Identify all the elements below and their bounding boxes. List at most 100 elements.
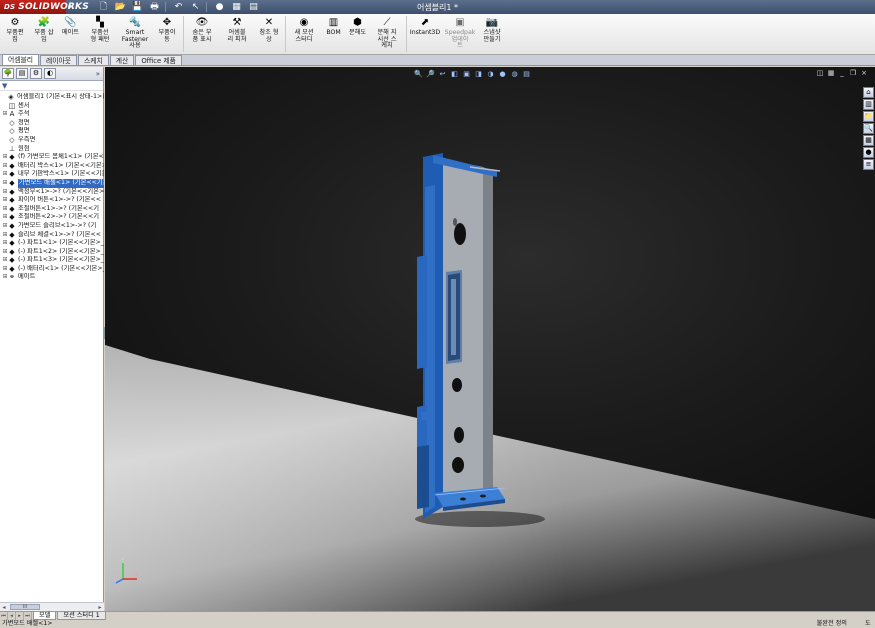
explode-line-button[interactable]: ⟋ 분해 지 시선 스 케치 <box>370 14 404 50</box>
smart-fastener-button[interactable]: 🔩 Smart Fastener 사용 <box>118 14 152 50</box>
tree-item[interactable]: ⊞ ◆ (-) 파트1<1> (기본<<기본>_ <box>0 239 104 248</box>
viewport-split-icon[interactable]: ◫ <box>815 69 825 78</box>
scroll-thumb[interactable]: III <box>10 604 40 610</box>
solidworks-logo[interactable]: DS SOLIDWORKS <box>0 0 89 14</box>
tree-item[interactable]: ⊞◆가변모드 배젤<1> (기본<<기본> <box>0 178 104 188</box>
show-hidden-button[interactable]: 👁 숨은 부 품 표시 <box>185 14 219 43</box>
tree-item[interactable]: ◇ 평면 <box>0 127 104 136</box>
tree-item[interactable]: ⊞ ◆ (-) 배터리<1> (기본<<기본>_표 <box>0 265 104 274</box>
print-icon[interactable]: 🖶 <box>147 1 162 13</box>
move-component-button[interactable]: ✥ 부품이 동 <box>153 14 181 43</box>
more-tabs-icon[interactable]: » <box>96 70 100 78</box>
instant3d-button[interactable]: ⬈ Instant3D <box>408 14 442 37</box>
tree-item[interactable]: ◫ 센서 <box>0 102 104 111</box>
property-manager-icon[interactable]: ▤ <box>16 68 28 79</box>
apply-scene-icon[interactable]: ◍ <box>509 70 520 79</box>
tree-item[interactable]: ⊞◆배터리 박스<1> (기본<<기본>_표시 <box>0 162 104 171</box>
next-tab-icon[interactable]: ▸ <box>16 612 24 620</box>
mate-button[interactable]: 📎 메이트 <box>59 14 82 37</box>
part-icon: ◆ <box>9 178 15 187</box>
speedpak-button[interactable]: ▣ Speedpak 업데이 트 <box>443 14 477 50</box>
bottom-tab-0[interactable]: 모델 <box>33 612 57 620</box>
menu-arrow-icon[interactable]: ▸ <box>66 3 74 11</box>
tree-item[interactable]: ⊞ ◆ 조절버튼<2>->? (기본<<기 <box>0 213 104 222</box>
last-tab-icon[interactable]: ⏭ <box>24 612 32 620</box>
section-view-icon[interactable]: ◧ <box>449 70 460 79</box>
exploded-view-button[interactable]: ⬢ 분해도 <box>346 14 369 37</box>
view-settings-icon[interactable]: ▤ <box>521 70 532 79</box>
custom-properties-icon[interactable]: ≡ <box>863 159 874 170</box>
tab-0[interactable]: 어셈블리 <box>2 54 40 65</box>
options-icon[interactable]: ▤ <box>246 1 261 13</box>
graphics-viewport[interactable]: 🔍 🔎 ↩ ◧ ▣ ◨ ◑ ● ◍ ▤ ◫ ▦ _ ❐ × ⌂ ▥ 📁 🔍 ▦ ● ≡ Y X Z <box>105 67 875 611</box>
view-orientation-icon[interactable]: ▣ <box>461 70 472 79</box>
prev-tab-icon[interactable]: ◂ <box>8 612 16 620</box>
linear-pattern-button[interactable]: ▚ 부품선 형 패턴 <box>83 14 117 43</box>
tree-item[interactable]: ◇ 정면 <box>0 119 104 128</box>
feature-tree-icon[interactable]: 🌳 <box>2 68 14 79</box>
tab-2[interactable]: 스케치 <box>78 55 109 65</box>
file-properties-icon[interactable]: ▦ <box>229 1 244 13</box>
close-icon[interactable]: × <box>859 69 869 78</box>
tree-item[interactable]: ⊞ ◆ (-) 파트1<2> (기본<<기본>_ <box>0 248 104 257</box>
assembly-features-button[interactable]: ⚒ 어셈블 리 피처 <box>220 14 254 43</box>
insert-part-button[interactable]: 🧩 부품 삽 입 <box>30 14 58 43</box>
new-document-icon[interactable]: 🗋 <box>96 1 111 13</box>
snapshot-button[interactable]: 📷 스냅샷 만들기 <box>478 14 506 43</box>
tree-item[interactable]: ⊞ ◆ 파이어 버튼<1>->? (기본<< <box>0 196 104 205</box>
instant3d-icon: ⬈ <box>420 17 430 28</box>
tree-item[interactable]: ⊞ ◆ 조절버튼<1>->? (기본<<기 <box>0 205 104 214</box>
first-tab-icon[interactable]: ⏮ <box>0 612 8 620</box>
tree-item[interactable]: ◇ 우측면 <box>0 136 104 145</box>
new-motion-study-button[interactable]: ◉ 새 모션 스터디 <box>287 14 321 43</box>
zoom-to-fit-icon[interactable]: 🔍 <box>413 70 424 79</box>
configuration-manager-icon[interactable]: ⚙ <box>30 68 42 79</box>
tree-item[interactable]: ⊞ ◆ (-) 파트1<3> (기본<<기본>_ <box>0 256 104 265</box>
reference-geometry-button[interactable]: ✕ 참조 형 상 <box>255 14 283 43</box>
solidworks-resources-icon[interactable]: ⌂ <box>863 87 874 98</box>
filter-icon[interactable]: ▼ <box>2 82 7 90</box>
search-icon[interactable]: 🔍 <box>863 123 874 134</box>
viewport-tile-icon[interactable]: ▦ <box>826 69 836 78</box>
bezel-model[interactable] <box>105 67 875 611</box>
tree-item[interactable]: ⊞ ◆ 내부 기판박스<1> (기본<<기본> <box>0 170 104 179</box>
tree-item[interactable]: ⊞ A 주석 <box>0 110 104 119</box>
scroll-right-icon[interactable]: ▸ <box>96 604 104 611</box>
tab-3[interactable]: 계산 <box>109 55 135 65</box>
view-palette-icon[interactable]: ▦ <box>863 135 874 146</box>
undo-icon[interactable]: ↶ <box>171 1 186 13</box>
part-icon: ◆ <box>9 213 15 222</box>
tab-1[interactable]: 레이아웃 <box>40 55 78 65</box>
tree-item[interactable]: ⊥ 원점 <box>0 145 104 154</box>
display-style-icon[interactable]: ◨ <box>473 70 484 79</box>
tree-item[interactable]: ⊞ ◆ 슬리브 체결<1>->? (기본<< <box>0 231 104 240</box>
bottom-tab-1[interactable]: 모션 스터디 1 <box>57 612 106 620</box>
save-icon[interactable]: 💾 <box>130 1 145 13</box>
tree-item[interactable]: ⊞ ⚭ 메이트 <box>0 273 104 282</box>
bom-button[interactable]: ▥ BOM <box>322 14 345 37</box>
tree-item[interactable]: ⊞ ◆ 액정부<1>->? (기본<<기본>_ <box>0 188 104 197</box>
minimize-icon[interactable]: _ <box>837 69 847 78</box>
edit-appearance-icon[interactable]: ● <box>497 70 508 79</box>
appearances-icon[interactable]: ● <box>863 147 874 158</box>
tab-4[interactable]: Office 제품 <box>135 55 182 65</box>
insert-component-button[interactable]: ⚙ 부품편 집 <box>1 14 29 43</box>
logo-text: SOLIDWORKS <box>18 2 89 12</box>
zoom-area-icon[interactable]: 🔎 <box>425 70 436 79</box>
hide-show-icon[interactable]: ◑ <box>485 70 496 79</box>
status-help[interactable]: 도 <box>865 620 875 628</box>
scroll-left-icon[interactable]: ◂ <box>0 604 8 611</box>
display-manager-icon[interactable]: ◐ <box>44 68 56 79</box>
file-explorer-icon[interactable]: 📁 <box>863 111 874 122</box>
open-folder-icon[interactable]: 📂 <box>113 1 128 13</box>
design-library-icon[interactable]: ▥ <box>863 99 874 110</box>
command-manager-ribbon: ⚙ 부품편 집 🧩 부품 삽 입 📎 메이트 ▚ 부품선 형 패턴 🔩 Smart Fastene… <box>0 14 875 55</box>
tree-item[interactable]: ⊞ ◆ 가변모드 슬리브<1>->? (기 <box>0 222 104 231</box>
restore-icon[interactable]: ❐ <box>848 69 858 78</box>
horizontal-scrollbar[interactable]: ◂ III ▸ <box>0 602 104 611</box>
tree-item[interactable]: ◈ 어셈블리1 (기본<표시 상태-1>) <box>0 93 104 102</box>
rebuild-icon[interactable]: ● <box>212 1 227 13</box>
select-arrow-icon[interactable]: ↖ <box>188 1 203 13</box>
tree-item[interactable]: ⊞◆(f) 가변모드 몸체1<1> (기본<<기본>_표시 <box>0 153 104 162</box>
previous-view-icon[interactable]: ↩ <box>437 70 448 79</box>
